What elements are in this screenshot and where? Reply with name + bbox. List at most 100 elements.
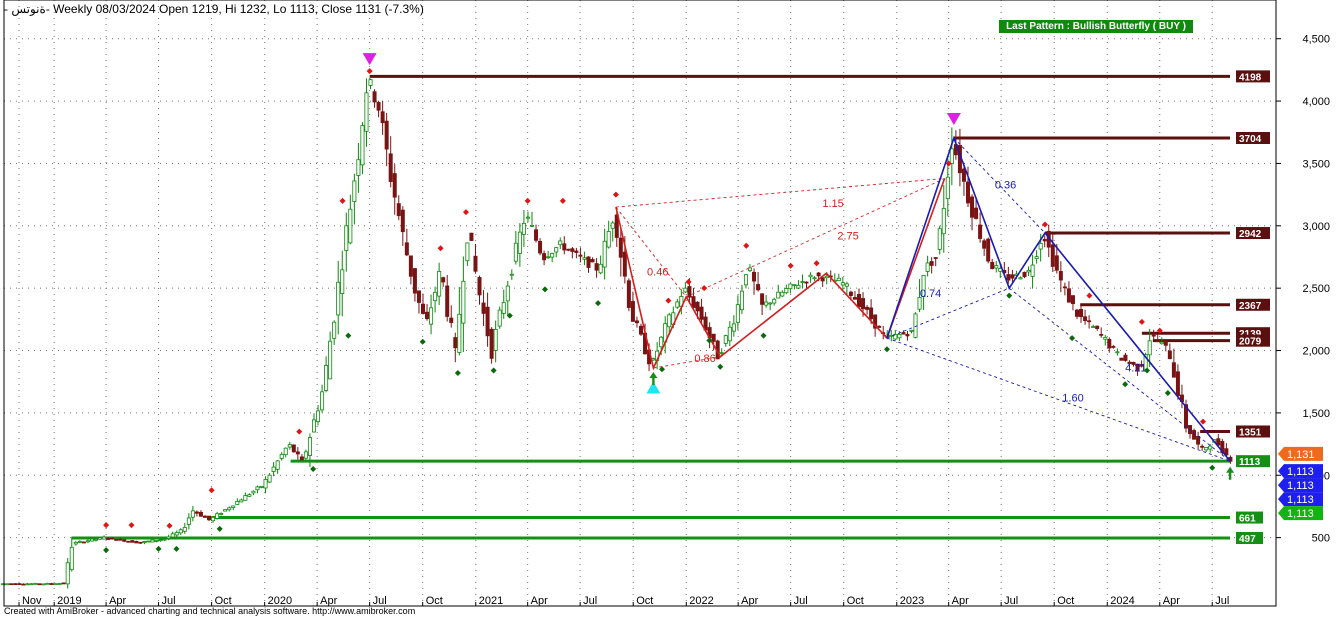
candle-body [574, 250, 579, 253]
candle-body [49, 583, 54, 585]
footer-credit: Created with AmiBroker - advanced charti… [4, 606, 416, 616]
candle [73, 540, 78, 546]
candle-body [316, 410, 321, 423]
candle-body [114, 538, 119, 541]
candle [933, 257, 938, 267]
candle [324, 356, 329, 393]
candle [505, 280, 510, 316]
candle [392, 164, 397, 215]
candle [800, 274, 805, 289]
candle-body [1022, 271, 1027, 278]
y-tick-label: 2,500 [1302, 283, 1330, 295]
candle [21, 583, 26, 586]
candle [303, 449, 308, 461]
x-tick-label: Jul [1215, 595, 1229, 607]
candle [9, 583, 14, 586]
candle [1042, 235, 1047, 248]
symbol-title: - ةنوتس [4, 2, 46, 16]
swing-low-dot [1209, 464, 1216, 471]
price-tag-label: 1,113 [1287, 466, 1314, 478]
candle-body [146, 540, 151, 543]
candle-body [396, 203, 401, 217]
candle [582, 251, 587, 266]
candle [756, 271, 761, 292]
candle-body [1147, 340, 1152, 356]
candle [493, 320, 498, 363]
candle-body [1111, 346, 1116, 348]
candle [840, 276, 845, 290]
candle [437, 262, 442, 306]
candle-body [1171, 362, 1176, 378]
candle [485, 292, 490, 347]
candle-body [667, 314, 672, 328]
harmonic-ratio-label: 0.36 [995, 179, 1016, 191]
candle [344, 212, 349, 272]
candle [102, 535, 107, 540]
candle [1046, 224, 1051, 258]
price-tag-label: 1,113 [1287, 494, 1314, 506]
swing-low-dot [454, 369, 461, 376]
candle [348, 194, 353, 245]
swing-high-dot [128, 522, 135, 529]
x-tick-label: Jul [583, 595, 597, 607]
candle-body [320, 391, 325, 411]
candle-body [695, 301, 700, 312]
candle [501, 289, 506, 319]
swing-high-dot [166, 522, 173, 529]
candle-body [735, 304, 740, 323]
swing-low-dot [1122, 381, 1129, 388]
swing-low-dot [595, 300, 602, 307]
candle [489, 327, 494, 364]
candle [279, 452, 284, 461]
candle [723, 334, 728, 347]
candle-body [570, 248, 575, 252]
candle [929, 257, 934, 274]
candle-body [307, 437, 312, 456]
candle [852, 291, 857, 300]
candle [142, 540, 147, 545]
candle-body [126, 540, 131, 543]
candle [517, 223, 522, 267]
candle [683, 282, 688, 294]
y-tick-label: 4,500 [1302, 34, 1330, 46]
candle [275, 460, 280, 474]
x-tick-label: Apr [531, 595, 548, 607]
candle [37, 583, 42, 586]
candle [1083, 309, 1088, 325]
candle [243, 492, 248, 501]
candle [287, 441, 292, 450]
candle-body [905, 333, 910, 337]
candle-body [89, 538, 94, 542]
candle-body [368, 79, 373, 86]
candle-body [255, 486, 260, 491]
candle [521, 209, 526, 247]
candle-body [81, 541, 86, 544]
candle [469, 232, 474, 242]
candle-body [190, 510, 195, 518]
candle [69, 536, 74, 572]
candle-body [445, 285, 450, 317]
candle [65, 558, 70, 589]
level-label-1351: 1351 [1239, 427, 1262, 438]
candle-body [517, 231, 522, 254]
candle-body [1038, 242, 1043, 250]
harmonic-ratio-line [1008, 287, 1231, 462]
candle-body [1079, 309, 1084, 318]
level-label-3704: 3704 [1239, 134, 1262, 145]
candle [420, 293, 425, 315]
candle [130, 540, 135, 543]
candle-body [150, 539, 155, 543]
x-tick-label: Jul [1004, 595, 1018, 607]
candle-body [529, 224, 534, 227]
candle-body [134, 541, 139, 544]
candle [404, 228, 409, 257]
candle-body [909, 329, 914, 332]
candle [211, 516, 216, 523]
candle-body [675, 301, 680, 308]
swing-high-dot [366, 68, 373, 75]
candle-body [982, 240, 987, 249]
swing-low-dot [345, 332, 352, 339]
candle-body [974, 207, 979, 219]
candle-body [836, 277, 841, 282]
y-tick-label: 1,500 [1302, 408, 1330, 420]
